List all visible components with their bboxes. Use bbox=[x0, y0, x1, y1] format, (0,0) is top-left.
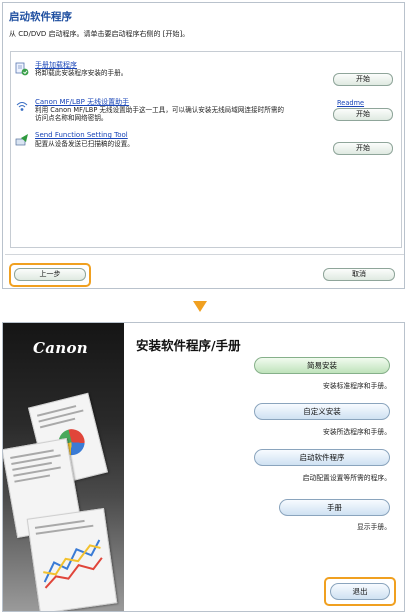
easy-install-button[interactable]: 简易安装 bbox=[254, 357, 390, 374]
start-wireless-setup-button[interactable]: 开始 bbox=[333, 108, 393, 121]
dialog-instruction: 从 CD/DVD 启动程序。请单击要启动程序右侧的 [开始]。 bbox=[9, 30, 190, 38]
manuals-button[interactable]: 手册 bbox=[279, 499, 390, 516]
canon-logo: Canon bbox=[33, 339, 88, 357]
down-arrow-icon bbox=[193, 301, 207, 312]
custom-install-button[interactable]: 自定义安装 bbox=[254, 403, 390, 420]
manual-install-icon bbox=[15, 61, 29, 76]
send-function-desc: 配置从设备发送已扫描稿的设置。 bbox=[35, 140, 134, 148]
launch-software-desc: 启动配置设置等所需的程序。 bbox=[302, 474, 391, 482]
brand-panel: Canon bbox=[3, 323, 124, 611]
exit-button-highlight bbox=[324, 577, 396, 606]
page-title: 安装软件程序/手册 bbox=[136, 338, 241, 353]
cancel-button[interactable]: 取消 bbox=[323, 268, 395, 281]
custom-install-desc: 安装所选程序和手册。 bbox=[323, 428, 391, 436]
dialog-title: 启动软件程序 bbox=[9, 11, 72, 23]
program-list: 手册加载程序 将卸载此安装程序安装的手册。 开始 Canon MF/LBP 无线… bbox=[10, 51, 402, 248]
manuals-desc: 显示手册。 bbox=[357, 523, 391, 531]
easy-install-desc: 安装标准程序和手册。 bbox=[323, 382, 391, 390]
wireless-setup-desc-line1: 利用 Canon MF/LBP 无线设置助手这一工具，可以确认安装无线局域网连接… bbox=[35, 106, 285, 114]
start-manual-loader-button[interactable]: 开始 bbox=[333, 73, 393, 86]
manual-loader-desc: 将卸载此安装程序安装的手册。 bbox=[35, 69, 128, 77]
back-button-highlight bbox=[9, 263, 91, 287]
install-software-dialog: Canon 安装软件程序/手册 简易安装 安装标准程序和手册。 自定义安装 安装… bbox=[2, 322, 405, 612]
send-function-icon bbox=[15, 132, 29, 146]
launch-software-dialog: 启动软件程序 从 CD/DVD 启动程序。请单击要启动程序右侧的 [开始]。 手… bbox=[2, 2, 405, 289]
launch-software-button[interactable]: 启动软件程序 bbox=[254, 449, 390, 466]
start-send-function-button[interactable]: 开始 bbox=[333, 142, 393, 155]
readme-link[interactable]: Readme bbox=[337, 99, 364, 107]
wireless-setup-desc-line2: 访问点名称和网络密钥。 bbox=[35, 114, 108, 122]
wireless-setup-icon bbox=[15, 98, 29, 112]
document-illustration bbox=[26, 508, 118, 611]
send-function-link[interactable]: Send Function Setting Tool bbox=[35, 131, 128, 139]
divider bbox=[5, 254, 404, 255]
